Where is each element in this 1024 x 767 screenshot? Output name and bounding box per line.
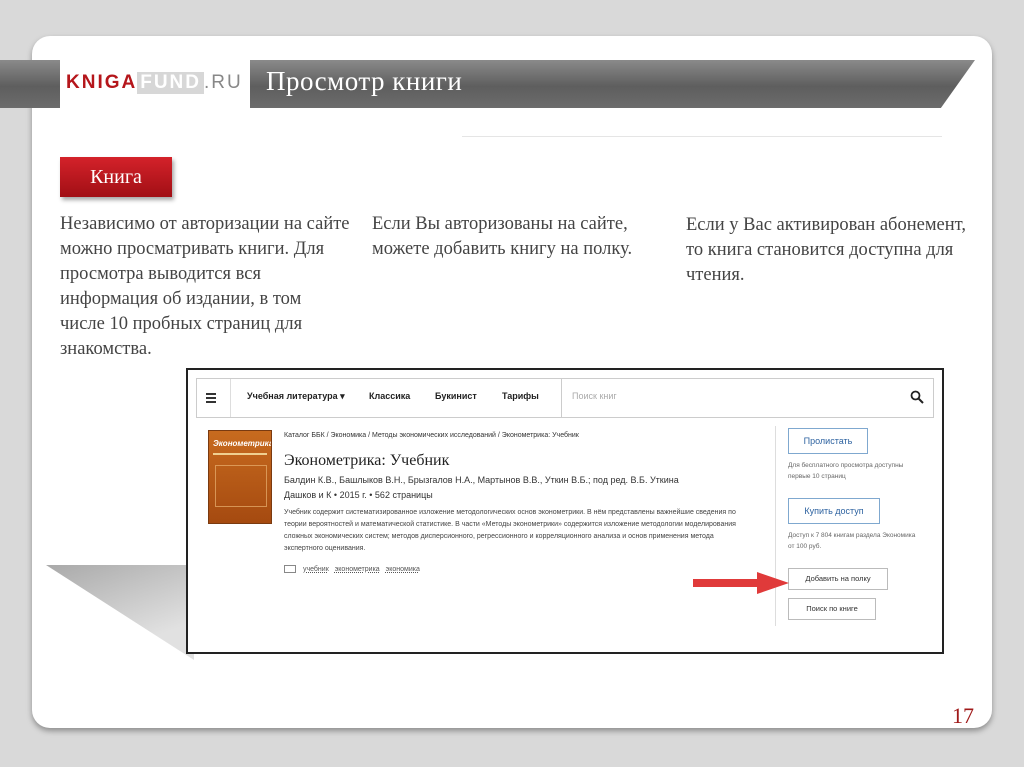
text-column-3: Если у Вас активирован абонемент, то кни… [686,215,966,285]
menu-icon[interactable] [201,387,223,409]
top-nav: Учебная литература ▾ Классика Букинист Т… [196,378,934,418]
book-meta: Дашков и К • 2015 г. • 562 страницы [284,490,433,500]
nav-item-bookseller[interactable]: Букинист [435,391,477,401]
buy-note: Доступ к 7 804 книгам раздела Экономика … [788,532,916,550]
search-in-book-button[interactable]: Поиск по книге [788,598,876,620]
tag-link[interactable]: эконометрика [335,566,380,573]
buy-access-button[interactable]: Купить доступ [788,498,880,524]
tag-link[interactable]: учебник [303,566,329,573]
nav-item-textbooks[interactable]: Учебная литература ▾ [247,391,345,402]
nav-item-tariffs[interactable]: Тарифы [502,391,539,401]
pointer-arrow-icon [693,572,789,594]
cover-title: Эконометрика [213,439,272,448]
tag-link[interactable]: экономика [386,566,420,573]
tag-icon [284,565,296,573]
site-screenshot: Учебная литература ▾ Классика Букинист Т… [186,368,944,654]
page-number: 17 [952,703,974,728]
scroll-button[interactable]: Пролистать [788,428,868,454]
cover-figure [215,465,267,507]
nav-separator [230,379,231,417]
scroll-note: Для бесплатного просмотра доступны первы… [788,462,904,480]
book-authors[interactable]: Балдин К.В., Башлыков В.Н., Брызгалов Н.… [284,475,679,485]
title-divider [462,136,942,137]
text-column-2: Если Вы авторизованы на сайте, можете до… [372,214,633,259]
book-title: Эконометрика: Учебник [284,452,450,469]
breadcrumb[interactable]: Каталог ББК / Экономика / Методы экономи… [284,432,579,439]
knigafund-logo: KNIGA FUND .RU [66,72,243,94]
book-tags: учебник эконометрика экономика [284,565,424,573]
nav-item-classics[interactable]: Классика [369,391,410,401]
text-column-1: Независимо от авторизации на сайте можно… [60,214,350,359]
add-to-shelf-button[interactable]: Добавить на полку [788,568,888,590]
search-input[interactable]: Поиск книг [561,379,934,417]
page-title: Просмотр книги [266,66,463,96]
search-placeholder: Поиск книг [572,391,617,401]
search-icon[interactable] [910,390,924,404]
section-badge: Книга [60,157,172,197]
cover-line [213,453,267,455]
book-description: Учебник содержит систематизированное изл… [284,509,736,552]
book-cover[interactable]: Эконометрика [208,430,272,524]
sidebar-divider [775,426,776,626]
